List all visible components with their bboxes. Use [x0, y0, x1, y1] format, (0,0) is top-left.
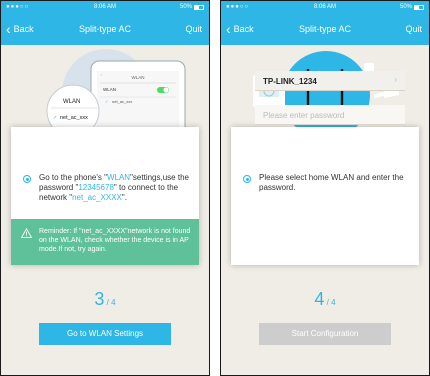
phone-screen-step-4: ●●●○○ 8:06 AM 50% ‹ Back Split-type AC Q… — [220, 0, 430, 376]
instruction-text: Go to the phone's "WLAN"settings,use the… — [39, 173, 189, 202]
radio-bullet-icon — [243, 175, 251, 183]
phone-network-item: net_ac_xxx — [112, 99, 132, 104]
page-title: Split-type AC — [78, 24, 132, 34]
quit-button[interactable]: Quit — [185, 24, 202, 34]
status-bar: ●●●○○ 8:06 AM 50% — [1, 1, 209, 15]
quit-button[interactable]: Quit — [405, 24, 422, 34]
reminder-text: Reminder: If "net_ac_XXXX"network is not… — [39, 228, 191, 253]
page-title: Split-type AC — [298, 24, 352, 34]
svg-text:✓: ✓ — [105, 99, 108, 104]
wlan-form-card: Please select home WLAN and enter the pa… — [231, 127, 419, 265]
warning-icon — [21, 228, 32, 238]
svg-text:✓: ✓ — [53, 115, 57, 121]
phone-screen-step-3: ●●●○○ 8:06 AM 50% ‹ Back Split-type AC Q… — [0, 0, 210, 376]
battery-indicator: 50% — [180, 4, 204, 10]
nav-bar: ‹ Back Split-type AC Quit — [221, 15, 429, 45]
wlan-settings-illustration: WLAN ‹ WLAN ✓ net_ac_xxx WLAN ✓ net_ac_x… — [46, 49, 186, 133]
wlan-ssid-selector[interactable]: TP-LINK_1234 › — [255, 71, 405, 91]
password-input[interactable]: Please enter password — [255, 105, 405, 125]
status-time: 8:06 AM — [313, 4, 336, 10]
battery-percent: 50% — [399, 4, 412, 10]
battery-icon — [194, 4, 204, 10]
wlan-bubble-network: net_ac_xxx — [60, 115, 88, 121]
step-indicator: 4 / 4 — [314, 289, 336, 309]
radio-bullet-icon — [23, 175, 31, 183]
ssid-value: TP-LINK_1234 — [263, 77, 317, 86]
go-to-wlan-settings-button[interactable]: Go to WLAN Settings — [39, 323, 171, 345]
reminder-banner: Reminder: If "net_ac_XXXX"network is not… — [11, 219, 199, 265]
start-configuration-button[interactable]: Start Configuration — [259, 323, 391, 345]
battery-icon — [414, 4, 424, 10]
step-indicator: 3 / 4 — [94, 289, 116, 309]
wlan-bubble-label: WLAN — [63, 99, 80, 105]
svg-text:WLAN: WLAN — [103, 87, 116, 92]
chevron-right-icon: › — [394, 75, 397, 84]
instruction-text: Please select home WLAN and enter the pa… — [259, 173, 404, 192]
battery-indicator: 50% — [400, 4, 424, 10]
phone-header-text: WLAN — [131, 75, 144, 80]
status-time: 8:06 AM — [93, 4, 116, 10]
battery-percent: 50% — [179, 4, 192, 10]
nav-bar: ‹ Back Split-type AC Quit — [1, 15, 209, 45]
status-bar: ●●●○○ 8:06 AM 50% — [221, 1, 429, 15]
password-placeholder: Please enter password — [263, 111, 345, 120]
